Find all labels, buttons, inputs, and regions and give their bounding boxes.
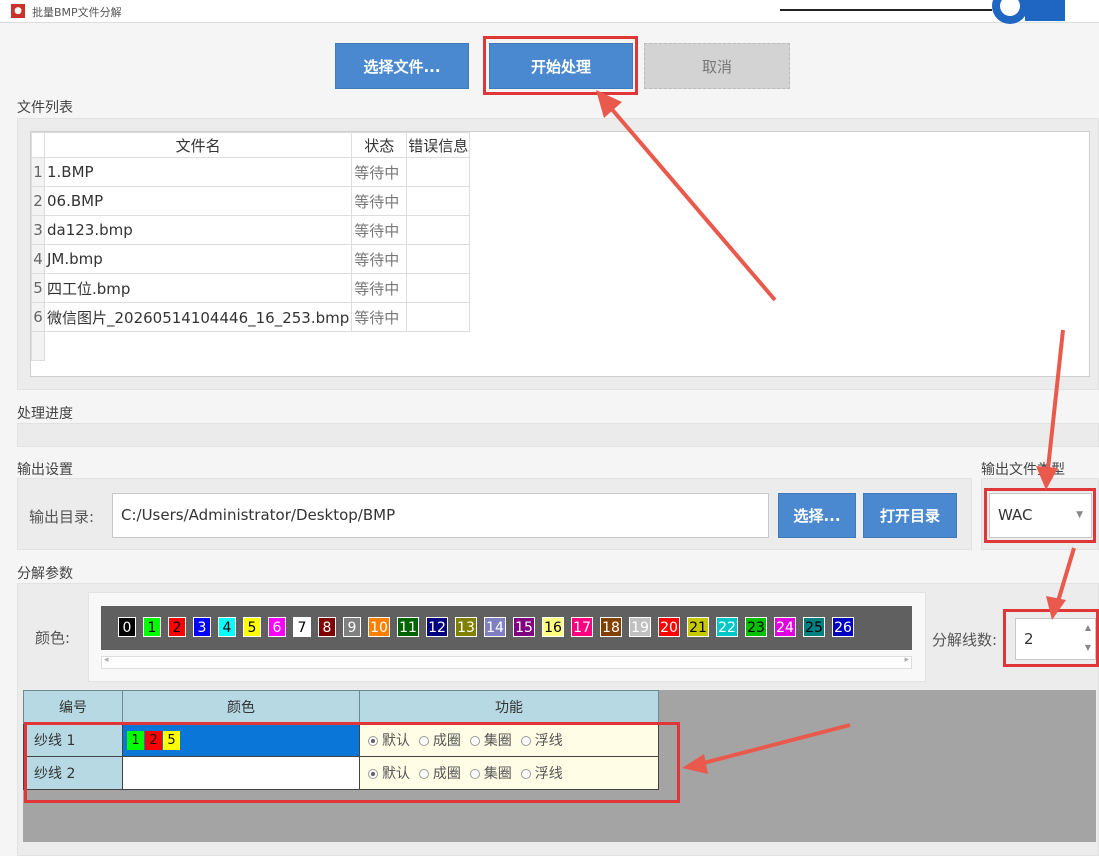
arrow-icon bbox=[1036, 329, 1065, 490]
annotation-arrows bbox=[596, 90, 1076, 774]
arrow-icon bbox=[1046, 547, 1076, 620]
arrow-icon bbox=[596, 90, 777, 302]
arrow-icon bbox=[682, 723, 851, 774]
